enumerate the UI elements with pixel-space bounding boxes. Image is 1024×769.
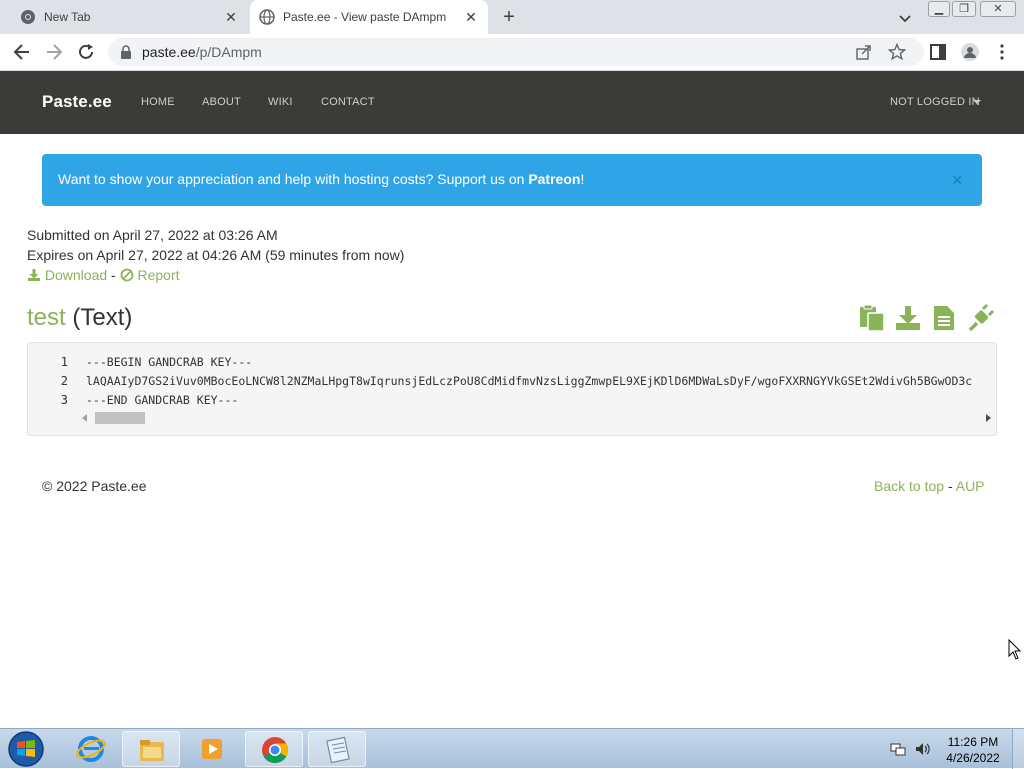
nav-contact[interactable]: CONTACT <box>321 96 375 108</box>
code-line: ---BEGIN GANDCRAB KEY--- <box>86 355 253 369</box>
site-navbar: Paste.ee HOME ABOUT WIKI CONTACT NOT LOG… <box>0 71 1024 134</box>
taskbar-notepad[interactable] <box>308 731 366 767</box>
nav-home[interactable]: HOME <box>141 96 175 108</box>
address-bar[interactable]: paste.ee/p/DAmpm <box>108 38 924 66</box>
reload-icon[interactable] <box>76 42 96 62</box>
ban-icon <box>120 268 134 282</box>
tab-new-tab[interactable]: New Tab ✕ <box>0 0 248 34</box>
raw-file-icon[interactable] <box>930 304 958 332</box>
back-arrow-icon[interactable] <box>12 42 32 62</box>
browser-toolbar: paste.ee/p/DAmpm <box>0 34 1024 71</box>
download-icon <box>28 269 40 281</box>
share-icon[interactable] <box>856 44 872 60</box>
line-number: 3 <box>60 393 68 407</box>
back-to-top-link[interactable]: Back to top <box>874 478 944 494</box>
report-link[interactable]: Report <box>120 267 180 283</box>
tab-paste-ee[interactable]: Paste.ee - View paste DAmpm ✕ <box>250 0 488 34</box>
clock-time[interactable]: 11:26 PM <box>940 735 1006 749</box>
caret-down-icon[interactable] <box>973 100 981 104</box>
aup-link[interactable]: AUP <box>956 478 985 494</box>
horizontal-scrollbar[interactable] <box>80 409 996 426</box>
clock-date[interactable]: 4/26/2022 <box>940 751 1006 765</box>
lock-icon[interactable] <box>120 45 132 59</box>
url-text[interactable]: paste.ee/p/DAmpm <box>142 44 262 60</box>
scroll-right-arrow-icon[interactable] <box>986 414 991 422</box>
paste-title: test (Text) <box>27 304 133 331</box>
file-explorer-icon <box>140 740 164 761</box>
chrome-icon <box>21 10 35 24</box>
network-icon[interactable] <box>890 741 906 757</box>
chevron-down-icon[interactable] <box>896 9 914 27</box>
alert-close-button[interactable]: × <box>952 170 963 190</box>
nav-wiki[interactable]: WIKI <box>268 96 293 108</box>
close-window-button[interactable]: ✕ <box>980 1 1016 17</box>
browser-tab-strip: New Tab ✕ Paste.ee - View paste DAmpm ✕ … <box>0 0 1024 34</box>
copy-icon[interactable] <box>858 304 886 332</box>
windows-start-icon[interactable] <box>6 730 46 768</box>
download-icon[interactable] <box>894 304 922 332</box>
footer-copyright: © 2022 Paste.ee <box>42 478 147 494</box>
code-line: ---END GANDCRAB KEY--- <box>86 393 239 407</box>
paste-code-block[interactable]: 1 ---BEGIN GANDCRAB KEY--- 2 lAQAAIyD7GS… <box>27 342 997 436</box>
scroll-left-arrow-icon[interactable] <box>82 414 87 422</box>
media-player-icon <box>202 739 222 759</box>
taskbar-internet-explorer[interactable] <box>62 731 120 767</box>
footer-separator: - <box>947 478 953 494</box>
volume-icon[interactable] <box>914 741 930 757</box>
taskbar-file-explorer[interactable] <box>122 731 180 767</box>
forward-arrow-icon[interactable] <box>44 42 64 62</box>
internet-explorer-icon <box>76 736 106 762</box>
patreon-alert: Want to show your appreciation and help … <box>42 154 982 206</box>
plug-icon[interactable] <box>966 304 994 332</box>
menu-kebab-icon[interactable] <box>992 42 1012 62</box>
download-link[interactable]: Download <box>27 267 111 283</box>
expires-date: Expires on April 27, 2022 at 04:26 AM (5… <box>27 247 405 263</box>
close-tab-icon[interactable]: ✕ <box>462 8 480 26</box>
chrome-icon <box>262 737 289 764</box>
tab-title: New Tab <box>44 10 91 24</box>
taskbar-chrome[interactable] <box>245 731 303 767</box>
scrollbar-thumb[interactable] <box>95 412 145 424</box>
bookmark-star-icon[interactable] <box>888 43 906 61</box>
side-panel-icon[interactable] <box>928 42 948 62</box>
nav-about[interactable]: ABOUT <box>202 96 241 108</box>
minimize-button[interactable]: ▁ <box>928 1 950 17</box>
code-line: lAQAAIyD7GS2iVuv0MBocEoLNCW8l2NZMaLHpgT8… <box>86 374 973 388</box>
tab-title: Paste.ee - View paste DAmpm <box>283 10 447 24</box>
globe-icon <box>259 9 275 25</box>
maximize-button[interactable]: ❐ <box>952 1 976 17</box>
mouse-cursor-icon <box>1008 639 1022 660</box>
line-number: 1 <box>60 355 68 369</box>
site-brand[interactable]: Paste.ee <box>42 92 112 112</box>
patreon-link[interactable]: Patreon <box>528 171 580 187</box>
notepad-icon <box>326 736 350 764</box>
close-tab-icon[interactable]: ✕ <box>222 8 240 26</box>
taskbar-media-player[interactable] <box>183 731 241 767</box>
show-desktop-button[interactable] <box>1012 729 1024 769</box>
windows-taskbar: 11:26 PM 4/26/2022 <box>0 728 1024 769</box>
submitted-date: Submitted on April 27, 2022 at 03:26 AM <box>27 227 278 243</box>
link-separator: - <box>111 267 116 283</box>
footer-links: Back to top - AUP <box>874 478 985 494</box>
alert-message: Want to show your appreciation and help … <box>58 171 585 187</box>
line-number: 2 <box>60 374 68 388</box>
paste-links: Download - Report <box>27 267 180 283</box>
new-tab-button[interactable]: + <box>498 6 520 28</box>
profile-avatar-icon[interactable] <box>960 42 980 62</box>
login-dropdown[interactable]: NOT LOGGED IN <box>890 96 980 108</box>
